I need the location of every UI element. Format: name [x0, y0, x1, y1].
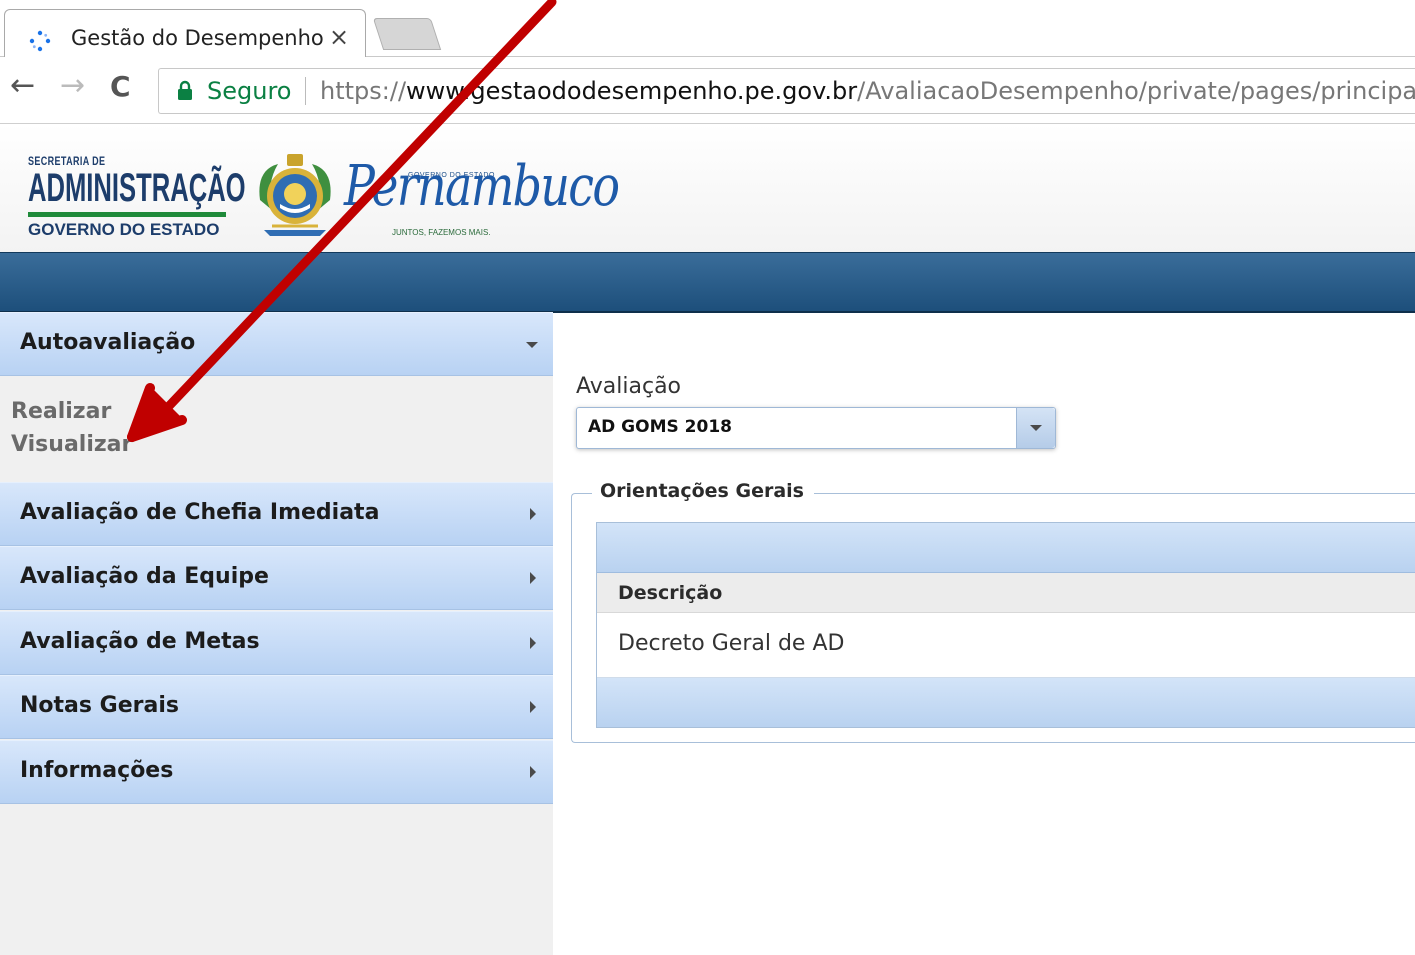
caret-right-icon [530, 701, 536, 713]
pernambuco-coat-of-arms-icon [259, 154, 331, 236]
loading-icon [29, 30, 51, 52]
secretaria-administracao-logo: SECRETARIA DE ADMINISTRAÇÃO GOVERNO DO E… [28, 154, 246, 240]
new-tab-button[interactable] [372, 18, 442, 50]
caret-right-icon [530, 637, 536, 649]
address-bar[interactable]: Seguro https://www.gestaododesempenho.pe… [158, 68, 1415, 114]
url-path: /AvaliacaoDesempenho/private/pages/princ… [857, 77, 1415, 105]
browser-tab-strip: Gestão do Desempenho × [0, 0, 1415, 58]
browser-toolbar: ← → C Seguro https://www.gestaododesempe… [0, 57, 1415, 124]
close-tab-icon[interactable]: × [329, 23, 349, 51]
sidebar-section-label: Notas Gerais [20, 693, 179, 718]
tab-title: Gestão do Desempenho [71, 26, 324, 50]
table-paginator-bar [597, 678, 1415, 727]
url-text: https://www.gestaododesempenho.pe.gov.br… [320, 77, 1415, 105]
header-menu-bar [0, 252, 1415, 313]
browser-tab[interactable]: Gestão do Desempenho × [4, 9, 366, 58]
sidebar-section-label: Autoavaliação [20, 330, 196, 355]
sidebar-link-visualizar[interactable]: Visualizar [11, 432, 132, 457]
sidebar-section-label: Avaliação de Metas [20, 629, 260, 654]
avaliacao-selected-value: AD GOMS 2018 [588, 417, 732, 437]
table-cell-descricao: Decreto Geral de AD [618, 631, 845, 656]
forward-icon[interactable]: → [60, 71, 85, 101]
sidebar-section-label: Avaliação de Chefia Imediata [20, 500, 380, 525]
table-header-bar [597, 523, 1415, 573]
logo-divider [28, 212, 226, 217]
sidebar-link-realizar[interactable]: Realizar [11, 399, 111, 424]
back-icon[interactable]: ← [10, 71, 35, 101]
sidebar-section-label: Informações [20, 758, 174, 783]
secure-label: Seguro [207, 77, 292, 105]
logo-administracao-text: ADMINISTRAÇÃO [28, 166, 246, 210]
sidebar-section-metas[interactable]: Avaliação de Metas [0, 611, 553, 675]
url-separator [305, 77, 306, 105]
sidebar-section-equipe[interactable]: Avaliação da Equipe [0, 546, 553, 610]
caret-right-icon [530, 766, 536, 778]
caret-right-icon [530, 508, 536, 520]
sidebar-section-autoavaliacao[interactable]: Autoavaliação [0, 312, 553, 376]
lock-icon [178, 80, 192, 100]
column-descricao: Descrição [618, 582, 723, 604]
site-header: SECRETARIA DE ADMINISTRAÇÃO GOVERNO DO E… [0, 124, 1415, 252]
sidebar-section-notas-gerais[interactable]: Notas Gerais [0, 675, 553, 739]
caret-right-icon [530, 572, 536, 584]
table-row[interactable]: Decreto Geral de AD [597, 613, 1415, 678]
table-column-header[interactable]: Descrição [597, 573, 1415, 613]
caret-down-icon [526, 342, 538, 348]
sidebar-section-label: Avaliação da Equipe [20, 564, 269, 589]
pernambuco-tagline: JUNTOS, FAZEMOS MAIS. [392, 228, 491, 237]
reload-icon[interactable]: C [110, 73, 131, 101]
caret-down-icon [1030, 425, 1042, 431]
sidebar-section-chefia-imediata[interactable]: Avaliação de Chefia Imediata [0, 482, 553, 546]
url-scheme: https:// [320, 77, 407, 105]
sidebar-section-informacoes[interactable]: Informações [0, 740, 553, 804]
logo-governo-text: GOVERNO DO ESTADO [28, 220, 220, 239]
avaliacao-select[interactable]: AD GOMS 2018 [576, 407, 1056, 449]
dropdown-button[interactable] [1016, 408, 1055, 448]
orientacoes-table: Descrição Decreto Geral de AD [596, 522, 1415, 728]
panel-legend: Orientações Gerais [592, 480, 814, 502]
pernambuco-logo-text: Pernambuco [344, 154, 620, 219]
sidebar-menu: Autoavaliação Realizar Visualizar Avalia… [0, 312, 553, 955]
url-host: www.gestaododesempenho.pe.gov.br [406, 77, 858, 105]
avaliacao-label: Avaliação [576, 374, 682, 399]
